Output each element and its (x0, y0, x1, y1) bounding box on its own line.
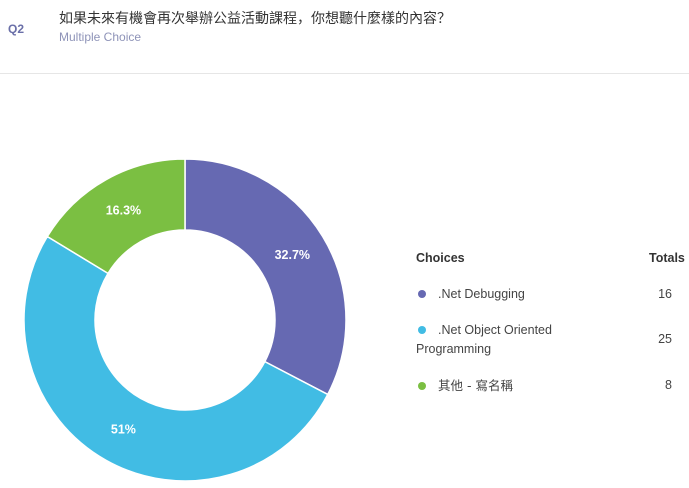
legend-dot-2 (418, 382, 426, 390)
legend-total-1: 25 (658, 332, 672, 346)
question-type: Multiple Choice (59, 30, 142, 44)
donut-chart: 32.7% 51% 16.3% (0, 74, 380, 488)
donut-slice-label-1: 51% (111, 422, 136, 436)
question-number: Q2 (8, 22, 25, 36)
question-header: Q2 如果未來有機會再次舉辦公益活動課程，你想聽什麼樣的內容？ Multiple… (0, 0, 689, 74)
donut-slice-label-2: 16.3% (106, 204, 141, 218)
legend-dot-1 (418, 326, 426, 334)
donut-slice-label-0: 32.7% (275, 248, 310, 262)
legend-item-label-0: .Net Debugging (438, 287, 525, 301)
question-title: 如果未來有機會再次舉辦公益活動課程，你想聽什麼樣的內容？ (59, 11, 451, 27)
donut-slice-0 (184, 158, 347, 396)
legend-choices-header: Choices (416, 251, 465, 265)
legend-total-2: 8 (665, 378, 672, 392)
donut-chart-svg: 32.7% 51% 16.3% (23, 158, 347, 482)
legend-dot-0 (418, 290, 426, 298)
legend-totals-header: Totals (649, 251, 685, 265)
legend-total-0: 16 (658, 287, 672, 301)
legend-item-label-1: .Net Object Oriented Programming (416, 323, 552, 356)
legend-item-label-2: 其他 - 寫名稱 (438, 378, 513, 393)
